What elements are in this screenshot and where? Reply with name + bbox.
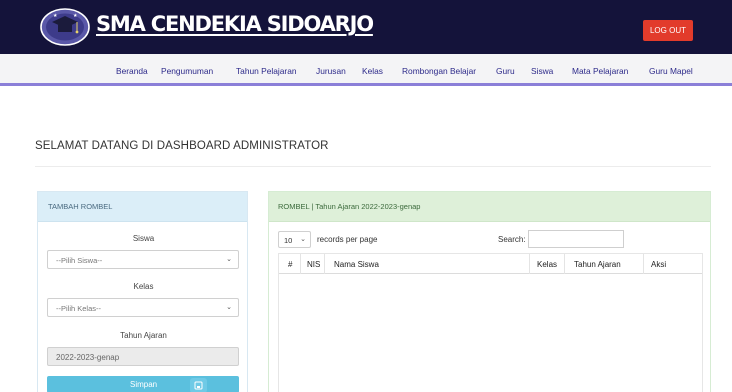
chevron-down-icon: ⌄ bbox=[226, 256, 232, 263]
nav-item-pengumuman[interactable]: Pengumuman bbox=[161, 66, 213, 76]
save-button-label: Simpan bbox=[130, 380, 158, 389]
school-logo: ★ ★ bbox=[40, 7, 90, 47]
column-header-nama-siswa[interactable]: Nama Siswa bbox=[334, 260, 379, 269]
nav-item-kelas[interactable]: Kelas bbox=[362, 66, 383, 76]
panel-heading: ROMBEL | Tahun Ajaran 2022-2023-genap bbox=[269, 192, 710, 222]
nav-item-jurusan[interactable]: Jurusan bbox=[316, 66, 346, 76]
siswa-select-value: --Pilih Siswa-- bbox=[56, 256, 103, 265]
siswa-select[interactable]: --Pilih Siswa-- ⌄ bbox=[47, 250, 239, 269]
nav-item-rombongan-belajar[interactable]: Rombongan Belajar bbox=[402, 66, 476, 76]
column-divider bbox=[529, 254, 530, 274]
top-header-bar: ★ ★ SMA CENDEKIA SIDOARJO LOG OUT bbox=[0, 0, 732, 54]
search-label: Search: bbox=[498, 235, 526, 244]
save-button[interactable]: Simpan bbox=[47, 376, 239, 392]
divider bbox=[35, 166, 711, 167]
svg-text:★: ★ bbox=[73, 13, 78, 19]
records-per-page-label: records per page bbox=[317, 235, 378, 244]
column-divider bbox=[564, 254, 565, 274]
column-header-kelas[interactable]: Kelas bbox=[537, 260, 557, 269]
column-divider bbox=[300, 254, 301, 274]
tahun-ajaran-label: Tahun Ajaran bbox=[120, 331, 167, 340]
column-header-tahun-ajaran[interactable]: Tahun Ajaran bbox=[574, 260, 621, 269]
rombel-list-panel: ROMBEL | Tahun Ajaran 2022-2023-genap 10… bbox=[268, 191, 711, 392]
chevron-down-icon: ⌄ bbox=[300, 236, 306, 243]
siswa-label: Siswa bbox=[132, 234, 155, 243]
nav-item-guru-mapel[interactable]: Guru Mapel bbox=[649, 66, 693, 76]
chevron-down-icon: ⌄ bbox=[226, 304, 232, 311]
column-divider bbox=[324, 254, 325, 274]
svg-text:★: ★ bbox=[53, 13, 58, 19]
search-input[interactable] bbox=[528, 230, 624, 248]
nav-item-siswa[interactable]: Siswa bbox=[531, 66, 553, 76]
nav-item-mata-pelajaran[interactable]: Mata Pelajaran bbox=[572, 66, 628, 76]
tahun-ajaran-field: 2022-2023-genap bbox=[47, 347, 239, 366]
rombel-table: # NIS Nama Siswa Kelas Tahun Ajaran Aksi bbox=[278, 253, 703, 392]
add-rombel-panel: TAMBAH ROMBEL Siswa --Pilih Siswa-- ⌄ Ke… bbox=[37, 191, 248, 392]
records-per-page-select[interactable]: 10 ⌄ bbox=[278, 231, 311, 248]
nav-item-tahun-pelajaran[interactable]: Tahun Pelajaran bbox=[236, 66, 297, 76]
column-header-nis[interactable]: NIS bbox=[307, 260, 320, 269]
save-icon bbox=[190, 378, 207, 392]
nav-item-beranda[interactable]: Beranda bbox=[116, 66, 148, 76]
panel-heading: TAMBAH ROMBEL bbox=[38, 192, 247, 222]
column-header-aksi[interactable]: Aksi bbox=[651, 260, 666, 269]
logout-button[interactable]: LOG OUT bbox=[643, 20, 693, 41]
kelas-select-value: --Pilih Kelas-- bbox=[56, 304, 102, 313]
main-navigation: Beranda Pengumuman Tahun Pelajaran Jurus… bbox=[0, 54, 732, 86]
page-title: SELAMAT DATANG DI DASHBOARD ADMINISTRATO… bbox=[35, 140, 329, 152]
column-divider bbox=[643, 254, 644, 274]
table-header: # NIS Nama Siswa Kelas Tahun Ajaran Aksi bbox=[279, 254, 702, 274]
school-name: SMA CENDEKIA SIDOARJO bbox=[96, 12, 374, 36]
records-per-page-value: 10 bbox=[284, 236, 293, 245]
kelas-select[interactable]: --Pilih Kelas-- ⌄ bbox=[47, 298, 239, 317]
column-header-number[interactable]: # bbox=[288, 260, 292, 269]
kelas-label: Kelas bbox=[133, 282, 154, 291]
nav-item-guru[interactable]: Guru bbox=[496, 66, 515, 76]
